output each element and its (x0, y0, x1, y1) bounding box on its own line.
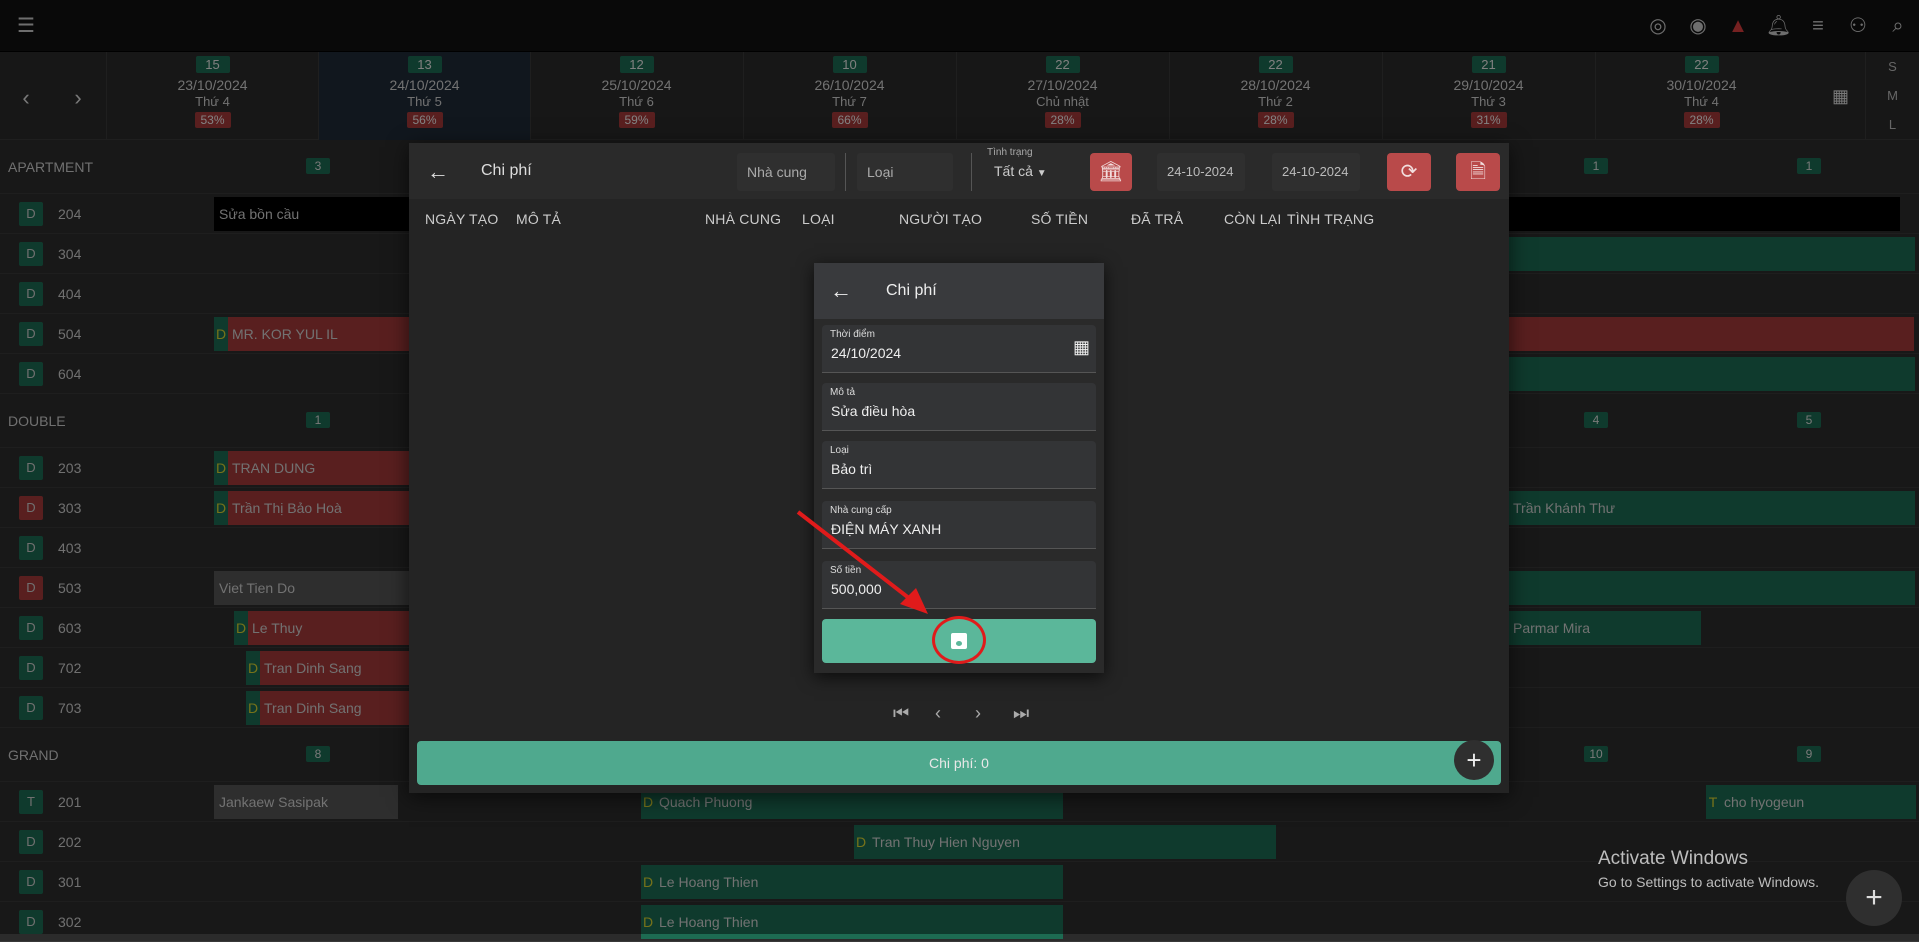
col-header[interactable]: NGÀY TẠO (425, 211, 498, 227)
status-filter-label: Tình trạng (987, 147, 1033, 158)
divider (971, 153, 972, 191)
windows-watermark-title: Activate Windows (1598, 848, 1748, 869)
first-page-icon[interactable]: ⏮ (893, 703, 909, 724)
back-arrow-icon[interactable]: ← (427, 159, 449, 185)
col-header[interactable]: NHÀ CUNG (705, 211, 781, 227)
calendar-icon[interactable]: ▦ (1073, 337, 1090, 358)
annotation-arrow (796, 510, 928, 614)
status-filter-select[interactable]: Tất cả ▼ (994, 163, 1047, 179)
time-field[interactable]: Thời điểm 24/10/2024 ▦ (822, 325, 1096, 373)
divider (845, 153, 846, 191)
col-header[interactable]: LOẠI (802, 211, 835, 227)
back-arrow-icon[interactable]: ← (830, 278, 852, 304)
prev-page-icon[interactable]: ‹ (935, 703, 941, 724)
col-header[interactable]: SỐ TIỀN (1031, 211, 1088, 227)
col-header[interactable]: MÔ TẢ (516, 211, 561, 227)
status-filter-value: Tất cả (994, 163, 1033, 179)
col-header[interactable]: TÌNH TRẠNG (1287, 211, 1374, 227)
export-button[interactable]: 🗎︎ (1456, 153, 1500, 191)
document-icon: 🗎︎ (1469, 161, 1487, 183)
refresh-button[interactable]: ⟳ (1387, 153, 1431, 191)
col-header[interactable]: NGƯỜI TẠO (899, 211, 982, 227)
panel-header: ← Chi phí Nhà cung Loại Tình trạng Tất c… (409, 143, 1509, 199)
col-header[interactable]: CÒN LẠI (1224, 211, 1281, 227)
bank-button[interactable]: 🏛︎ (1090, 153, 1132, 191)
type-filter-input[interactable]: Loại (857, 153, 953, 191)
description-field[interactable]: Mô tả Sửa điều hòa (822, 383, 1096, 431)
col-header[interactable]: ĐÃ TRẢ (1131, 211, 1183, 227)
time-value: 24/10/2024 (831, 345, 902, 361)
refresh-icon: ⟳ (1400, 161, 1418, 183)
description-label: Mô tả (830, 387, 856, 398)
type-field[interactable]: Loại Bảo trì (822, 441, 1096, 489)
date-to-input[interactable]: 24-10-2024 (1272, 153, 1360, 191)
date-from-input[interactable]: 24-10-2024 (1157, 153, 1245, 191)
plus-icon: + (1865, 881, 1883, 914)
plus-icon: + (1466, 745, 1482, 775)
annotation-circle (932, 616, 986, 664)
add-expense-button[interactable]: + (1454, 740, 1494, 780)
expense-total-bar: Chi phí: 0 (417, 741, 1501, 785)
type-label: Loại (830, 445, 849, 456)
next-page-icon[interactable]: › (975, 703, 981, 724)
dialog-title: Chi phí (886, 282, 937, 299)
add-booking-button[interactable]: + (1846, 870, 1902, 926)
chevron-down-icon: ▼ (1036, 168, 1047, 179)
dialog-header: ← Chi phí (814, 263, 1104, 319)
windows-watermark-subtitle: Go to Settings to activate Windows. (1598, 874, 1819, 890)
panel-title: Chi phí (481, 162, 532, 179)
type-value: Bảo trì (831, 461, 873, 477)
description-value: Sửa điều hòa (831, 403, 916, 419)
bank-icon: 🏛︎ (1098, 161, 1124, 183)
supplier-filter-input[interactable]: Nhà cung (737, 153, 835, 191)
last-page-icon[interactable]: ⏭ (1013, 703, 1029, 724)
time-label: Thời điểm (830, 329, 875, 340)
